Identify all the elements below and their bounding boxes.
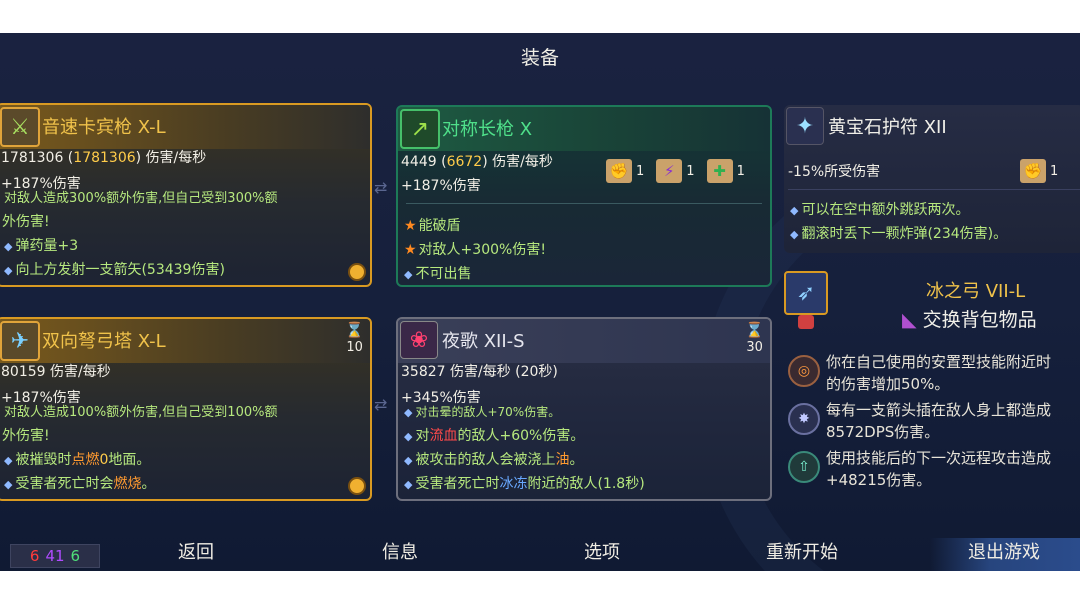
skill-2-cooldown: ⌛ 30 [745,321,764,355]
ice-bow-icon[interactable]: ➶ [784,271,828,315]
weapon-2-mod-3: ◆ 不可出售 [404,266,472,282]
brutality-scroll-icon: ✊ [1020,159,1046,183]
skill-2-mod-3: ◆ 受害者死亡时冰冻附近的敌人(1.8秒) [404,476,645,492]
skill-slot-1[interactable]: ✈ 双向弩弓塔 X-L ⌛ 10 80159 伤害/每秒 +187%伤害 对敌人造… [0,317,372,501]
hourglass-icon: ⌛ [345,321,364,339]
swap-arrow-icon: ⇄ [374,178,388,197]
mutation-icon: ⇧ [788,451,820,483]
skill-2-cut-line: ◆ 对击晕的敌人+70%伤害。 [404,405,561,419]
skill-1-cooldown: ⌛ 10 [345,321,364,355]
weapon-slot-1[interactable]: ⚔ 音速卡宾枪 X-L 1781306 (1781306) 伤害/每秒 +187… [0,103,372,287]
hourglass-icon: ⌛ [745,321,764,339]
weapon-slot-2[interactable]: ↗ 对称长枪 X 4449 (6672) 伤害/每秒 +187%伤害 ✊ 1 ⚡ 1… [396,105,772,287]
legendary-gem-icon [348,477,366,495]
weapon-1-dps: 1781306 (1781306) 伤害/每秒 [1,150,207,166]
amulet-scroll: ✊ 1 [1020,159,1058,183]
screen-title: 装备 [520,47,559,69]
swap-backpack-button[interactable]: ◣ 交换背包物品 [902,305,1037,332]
legendary-gem-icon [348,263,366,281]
spear-icon: ↗ [400,109,440,149]
amulet-slot[interactable]: ✦ 黄宝石护符 XII -15%所受伤害 ✊ 1 ◆ 可以在空中额外跳跃两次。 ◆ 翻… [784,105,1080,253]
skill-1-name: 双向弩弓塔 X-L [42,331,166,352]
weapon-2-mod-1: ★ 能破盾 [404,218,461,234]
tactics-scroll-icon: ⚡ [656,159,683,183]
amulet-name: 黄宝石护符 XII [828,117,947,138]
skill-2-name: 夜歌 XII-S [442,331,525,352]
skill-2-mod-1: ◆ 对流血的敌人+60%伤害。 [404,428,585,444]
brutality-count: 6 [29,547,40,565]
weapon-2-name: 对称长枪 X [442,119,533,140]
backpack-icon: ◣ [902,309,917,331]
survival-scroll-icon: ✚ [706,159,733,183]
inventory-screen: 装备 ⚔ 音速卡宾枪 X-L 1781306 (1781306) 伤害/每秒 +… [0,33,1080,571]
quit-button[interactable]: 退出游戏 [968,538,1040,564]
amulet-stat: -15%所受伤害 [788,164,881,180]
weapon-2-bonus: +187%伤害 [401,178,481,194]
crossbow-turret-icon: ✈ [0,321,40,361]
weapon-2-dps: 4449 (6672) 伤害/每秒 [401,154,553,170]
skill-2-mod-2: ◆ 被攻击的敌人会被浇上油。 [404,452,584,468]
options-button[interactable]: 选项 [584,538,620,564]
restart-button[interactable]: 重新开始 [766,538,838,564]
tactics-count: 41 [45,547,65,565]
skill-1-cut-line-cont: 外伤害! [2,428,50,444]
skill-1-stat: 80159 伤害/每秒 [1,364,111,380]
mutation-icon: ◎ [788,355,820,387]
survival-count: 6 [70,547,81,565]
weapon-1-mod-1: ◆ 弹药量+3 [4,238,79,254]
mutation-icon: ✸ [788,403,820,435]
info-button[interactable]: 信息 [382,538,418,564]
stat-counter: 6 41 6 [10,544,100,568]
carbine-icon: ⚔ [0,107,40,147]
amulet-mod-1: ◆ 可以在空中额外跳跃两次。 [790,202,970,218]
backpack-panel: ➶ 冰之弓 VII-L ◣ 交换背包物品 ◎ 你在自己使用的安置型技能附近时 的伤… [784,269,1080,499]
bottom-menu: 6 41 6 返回 信息 选项 重新开始 退出游戏 [0,538,1080,571]
weapon-2-mod-2: ★ 对敌人+300%伤害! [404,242,546,258]
weapon-1-cut-line-cont: 外伤害! [2,214,50,230]
curse-badge-icon [798,315,814,329]
card-divider [788,189,1080,190]
skill-2-stat: 35827 伤害/每秒 (20秒) [401,364,558,380]
skill-slot-2[interactable]: ❀ 夜歌 XII-S ⌛ 30 35827 伤害/每秒 (20秒) +345%伤害… [396,317,772,501]
nightsong-icon: ❀ [400,321,438,359]
weapon-2-scrolls: ✊ 1 ⚡ 1 ✚ 1 [606,159,745,183]
weapon-1-cut-line: 对敌人造成300%额外伤害,但自己受到300%额 [4,191,278,206]
brutality-scroll-icon: ✊ [606,159,632,183]
back-button[interactable]: 返回 [178,538,214,564]
card-divider [406,203,762,204]
skill-1-cut-line: 对敌人造成100%额外伤害,但自己受到100%额 [4,405,278,420]
amulet-mod-2: ◆ 翻滚时丢下一颗炸弹(234伤害)。 [790,226,1008,242]
swap-arrow-icon: ⇄ [374,395,388,414]
weapon-1-name: 音速卡宾枪 X-L [42,117,166,138]
skill-1-mod-2: ◆ 受害者死亡时会燃烧。 [4,476,156,492]
weapon-1-mod-2: ◆ 向上方发射一支箭矢(53439伤害) [4,262,225,278]
skill-1-mod-1: ◆ 被摧毁时点燃0地面。 [4,452,151,468]
amulet-icon: ✦ [786,107,824,145]
backpack-item-name: 冰之弓 VII-L [926,281,1026,302]
